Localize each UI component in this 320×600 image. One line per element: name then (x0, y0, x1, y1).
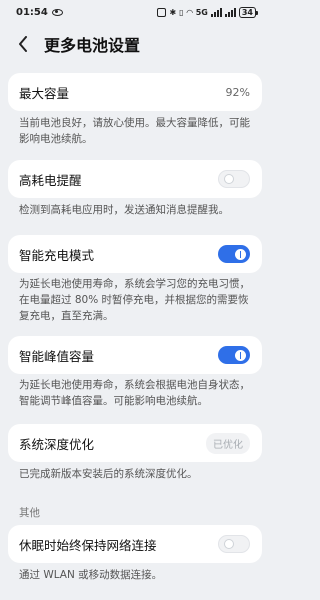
sleep-network-label: 休眠时始终保持网络连接 (19, 537, 157, 553)
max-capacity-value: 92% (225, 85, 250, 99)
max-capacity-description: 当前电池良好，请放心使用。最大容量降低，可能影响电池续航。 (19, 117, 250, 145)
scroll-fade (0, 60, 270, 72)
vibrate-icon: ▯ (179, 7, 184, 17)
deep-optimization-description: 已完成新版本安装后的系统深度优化。 (19, 468, 198, 480)
bluetooth-icon: ✱ (169, 7, 177, 17)
deep-optimization-row[interactable]: 系统深度优化 已优化 (8, 424, 262, 462)
max-capacity-label: 最大容量 (19, 85, 70, 101)
deep-optimization-label: 系统深度优化 (19, 436, 95, 452)
battery-level: 34 (241, 7, 253, 17)
smart-peak-description: 为延长电池使用寿命，系统会根据电池自身状态，智能调节峰值容量。可能影响电池续航。 (19, 379, 250, 407)
signal-icon (210, 7, 222, 17)
high-drain-description: 检测到高耗电应用时，发送通知消息提醒我。 (19, 204, 229, 216)
sleep-network-row[interactable]: 休眠时始终保持网络连接 (8, 525, 262, 563)
network-type-label: 5G (195, 7, 208, 17)
deep-optimization-status-badge: 已优化 (206, 432, 250, 454)
other-section-title: 其他 (19, 507, 40, 519)
max-capacity-row[interactable]: 最大容量 92% (8, 73, 262, 111)
sleep-network-description: 通过 WLAN 或移动数据连接。 (19, 569, 163, 581)
battery-icon: 34 (238, 6, 259, 18)
high-drain-row[interactable]: 高耗电提醒 (8, 160, 262, 198)
page-header: 更多电池设置 (0, 28, 270, 60)
smart-charging-row[interactable]: 智能充电模式 (8, 235, 262, 273)
status-bar: 01:54 ✱ ▯ ◠ 5G 34 (0, 0, 270, 24)
smart-peak-row[interactable]: 智能峰值容量 (8, 336, 262, 374)
high-drain-toggle[interactable] (218, 170, 250, 188)
status-time: 01:54 (16, 6, 48, 18)
back-arrow-icon[interactable] (18, 36, 30, 52)
page-title: 更多电池设置 (44, 36, 141, 55)
high-drain-label: 高耗电提醒 (19, 172, 82, 188)
eye-icon (51, 8, 63, 16)
smart-peak-label: 智能峰值容量 (19, 348, 95, 364)
smart-charging-label: 智能充电模式 (19, 247, 95, 263)
signal-2-icon (224, 7, 236, 17)
smart-charging-description: 为延长电池使用寿命，系统会学习您的充电习惯，在电量超过 80% 时暂停充电，并根… (19, 278, 250, 322)
smart-peak-toggle[interactable] (218, 346, 250, 364)
sleep-network-toggle[interactable] (218, 535, 250, 553)
smart-charging-toggle[interactable] (218, 245, 250, 263)
nfc-icon (157, 7, 167, 17)
wifi-icon: ◠ (186, 7, 193, 17)
